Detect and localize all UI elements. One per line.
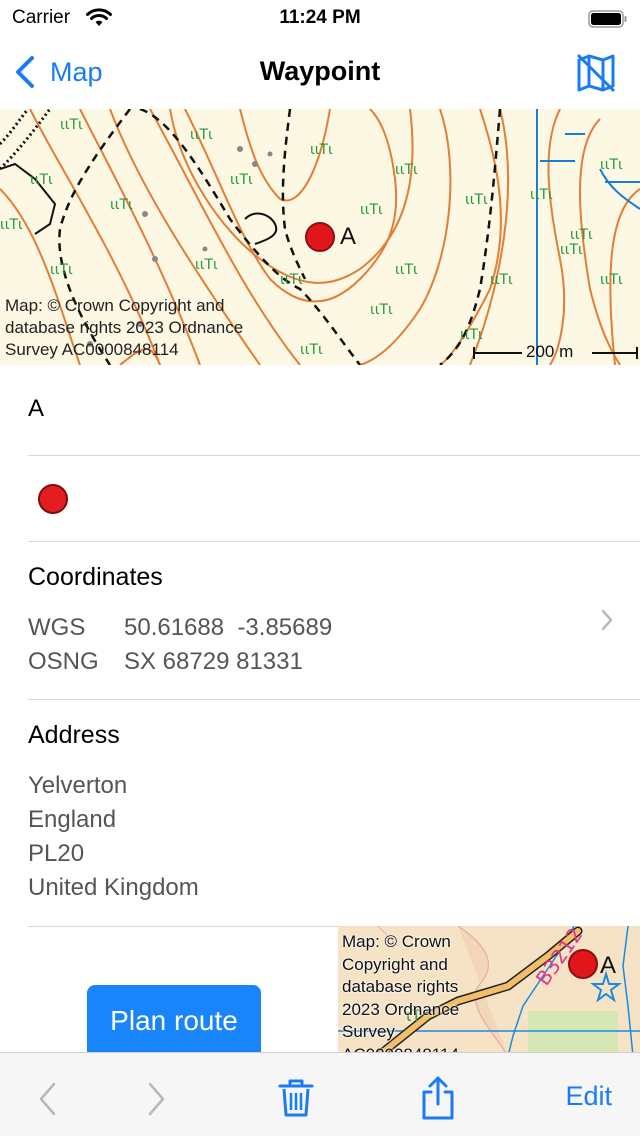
share-icon[interactable]	[418, 1075, 458, 1121]
attribution-line: database rights	[342, 977, 459, 996]
edit-button[interactable]: Edit	[565, 1081, 612, 1112]
svg-text:ιιΤι: ιιΤι	[0, 217, 23, 233]
divider	[28, 699, 640, 700]
svg-text:ιιΤι: ιιΤι	[560, 242, 583, 258]
chevron-right-icon[interactable]	[146, 1081, 168, 1117]
divider	[28, 541, 640, 542]
svg-text:ιιΤι: ιιΤι	[490, 272, 513, 288]
coordinate-system: OSNG	[28, 648, 99, 675]
address-line: England	[28, 806, 117, 833]
svg-text:ιιΤι: ιιΤι	[30, 172, 53, 188]
coordinate-value: SX 68729 81331	[124, 648, 303, 675]
pin-label: A	[340, 223, 357, 250]
svg-text:ιιΤι: ιιΤι	[395, 162, 418, 178]
status-bar: Carrier 11:24 PM	[0, 0, 640, 40]
svg-text:ιιΤι: ιιΤι	[465, 192, 488, 208]
coordinate-value: 50.61688 -3.85689	[124, 614, 333, 641]
route-map-thumbnail[interactable]: B3212 ιΤ A Map: © Crown Copyright and da…	[338, 926, 640, 1056]
coordinates-title: Coordinates	[28, 563, 163, 591]
battery-icon	[588, 10, 627, 28]
navigation-bar: Map Waypoint	[0, 40, 640, 108]
attribution-line: Copyright and	[342, 954, 448, 974]
attribution-line: Survey	[342, 1022, 395, 1041]
bottom-toolbar: Edit	[0, 1052, 640, 1136]
svg-text:ιιΤι: ιιΤι	[360, 202, 383, 218]
svg-text:ιιΤι: ιιΤι	[600, 157, 623, 173]
scale-label: 200 m	[526, 342, 574, 361]
map-scale: 200 m	[472, 342, 640, 364]
svg-text:ιιΤι: ιιΤι	[570, 227, 593, 243]
map-hide-icon[interactable]	[574, 51, 618, 95]
svg-text:ιιΤι: ιιΤι	[110, 197, 133, 213]
svg-text:ιιΤι: ιιΤι	[230, 172, 253, 188]
svg-text:ιιΤι: ιιΤι	[60, 117, 83, 133]
address-line: PL20	[28, 840, 85, 867]
waypoint-symbol[interactable]	[38, 484, 68, 514]
divider	[28, 455, 640, 456]
svg-text:ιιΤι: ιιΤι	[395, 262, 418, 278]
address-line: United Kingdom	[28, 874, 199, 901]
svg-text:ιιΤι: ιιΤι	[280, 272, 303, 288]
route-waypoint-pin	[568, 949, 598, 979]
chevron-right-icon	[601, 609, 613, 631]
map-preview[interactable]: ιιΤι ιιΤι ιιΤι ιιΤι ιιΤι ιιΤι ιιΤι ιιΤι ιιΤι ι…	[0, 109, 640, 365]
attribution-line: 2023 Ordnance	[342, 999, 460, 1019]
route-pin-label: A	[600, 952, 617, 979]
trash-icon[interactable]	[278, 1077, 314, 1119]
svg-text:ιιΤι: ιιΤι	[370, 302, 393, 318]
svg-text:ιιΤι: ιιΤι	[310, 142, 333, 158]
svg-text:ιιΤι: ιιΤι	[300, 342, 323, 358]
map-attribution: Map: © Crown Copyright and database righ…	[5, 295, 243, 361]
address-title: Address	[28, 721, 120, 749]
address-line: Yelverton	[28, 772, 128, 799]
svg-text:ιιΤι: ιιΤι	[50, 262, 73, 278]
page-title: Waypoint	[259, 56, 381, 86]
waypoint-pin[interactable]	[305, 222, 335, 252]
attribution-line: Map: © Crown	[342, 932, 451, 951]
svg-text:ιιΤι: ιιΤι	[190, 127, 213, 143]
svg-text:ιιΤι: ιιΤι	[195, 257, 218, 273]
route-map-attribution: Map: © Crown Copyright and database righ…	[342, 931, 459, 1056]
svg-text:ιιΤι: ιιΤι	[460, 327, 483, 343]
waypoint-name[interactable]: A	[28, 395, 44, 423]
svg-text:ιιΤι: ιιΤι	[530, 187, 553, 203]
coordinate-row-wgs: WGS 50.61688 -3.85689	[28, 614, 332, 642]
attribution-line: Map: © Crown Copyright and	[5, 296, 225, 315]
coordinate-system: WGS	[28, 614, 86, 641]
clock: 11:24 PM	[279, 7, 361, 28]
attribution-line: Survey AC0000848114	[5, 340, 179, 359]
chevron-left-icon[interactable]	[36, 1081, 58, 1117]
attribution-line: database rights 2023 Ordnance	[5, 318, 244, 337]
coordinate-row-osng: OSNG SX 68729 81331	[28, 648, 303, 676]
svg-text:ιιΤι: ιιΤι	[600, 272, 623, 288]
